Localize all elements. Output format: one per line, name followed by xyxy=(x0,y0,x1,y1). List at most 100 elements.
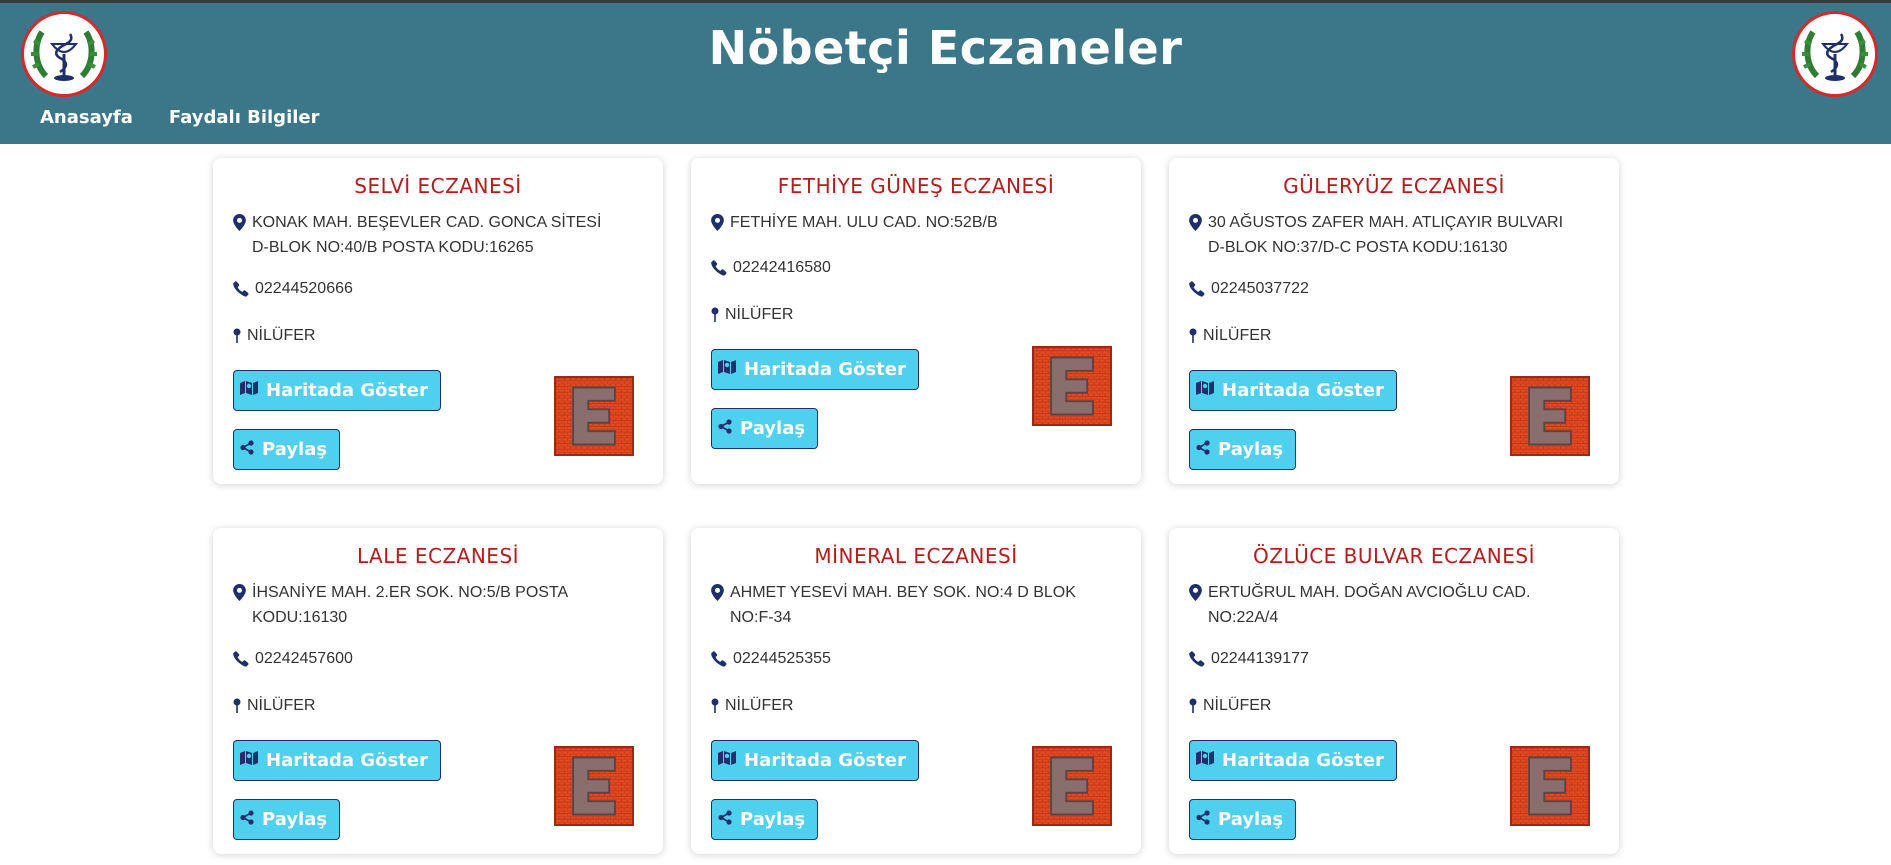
district-text: NİLÜFER xyxy=(1203,697,1272,714)
address-text: AHMET YESEVİ MAH. BEY SOK. NO:4 D BLOK N… xyxy=(730,584,1076,626)
location-pin-icon xyxy=(233,214,246,239)
pharmacy-address: FETHİYE MAH. ULU CAD. NO:52B/B xyxy=(711,210,1121,239)
button-label: Paylaş xyxy=(740,809,806,830)
pharmacy-phone: 02244520666 xyxy=(233,276,643,305)
phone-number[interactable]: 02242416580 xyxy=(733,255,831,280)
show-on-map-button[interactable]: Haritada Göster xyxy=(233,740,441,781)
button-label: Haritada Göster xyxy=(266,750,428,771)
share-icon xyxy=(718,809,732,830)
phone-icon xyxy=(711,650,727,675)
pharmacy-phone: 02244525355 xyxy=(711,646,1121,675)
pharmacy-card: LALE ECZANESİ İHSANİYE MAH. 2.ER SOK. NO… xyxy=(213,528,663,854)
pharmacy-district: NİLÜFER xyxy=(1189,693,1599,722)
nav-link-useful-info[interactable]: Faydalı Bilgiler xyxy=(169,107,320,128)
share-button[interactable]: Paylaş xyxy=(233,799,341,840)
share-button[interactable]: Paylaş xyxy=(711,799,819,840)
pharmacy-name: ÖZLÜCE BULVAR ECZANESİ xyxy=(1252,544,1535,568)
show-on-map-button[interactable]: Haritada Göster xyxy=(711,740,919,781)
button-label: Paylaş xyxy=(262,439,328,460)
district-text: NİLÜFER xyxy=(247,327,316,344)
pharmacy-card: GÜLERYÜZ ECZANESİ 30 AĞUSTOS ZAFER MAH. … xyxy=(1169,158,1619,484)
district-text: NİLÜFER xyxy=(1203,327,1272,344)
pharmacy-name: MİNERAL ECZANESİ xyxy=(814,544,1018,568)
show-on-map-button[interactable]: Haritada Göster xyxy=(711,349,919,390)
map-icon xyxy=(718,750,736,771)
district-text: NİLÜFER xyxy=(725,697,794,714)
phone-number[interactable]: 02245037722 xyxy=(1211,276,1309,301)
location-pin-icon xyxy=(1189,584,1202,609)
location-pin-icon xyxy=(711,584,724,609)
pharmacy-address: İHSANİYE MAH. 2.ER SOK. NO:5/B POSTA KOD… xyxy=(233,580,643,630)
pharmacy-grid: SELVİ ECZANESİ KONAK MAH. BEŞEVLER CAD. … xyxy=(213,158,1619,854)
address-text: FETHİYE MAH. ULU CAD. NO:52B/B xyxy=(730,214,998,231)
share-button[interactable]: Paylaş xyxy=(1189,429,1297,470)
location-pin-icon xyxy=(1189,214,1202,239)
pharmacy-address: ERTUĞRUL MAH. DOĞAN AVCIOĞLU CAD. NO:22A… xyxy=(1189,580,1599,630)
map-icon xyxy=(1196,380,1214,401)
button-label: Haritada Göster xyxy=(1222,380,1384,401)
phone-number[interactable]: 02244520666 xyxy=(255,276,353,301)
pharmacy-name: FETHİYE GÜNEŞ ECZANESİ xyxy=(777,174,1055,198)
button-label: Paylaş xyxy=(1218,439,1284,460)
pharmacy-phone: 02245037722 xyxy=(1189,276,1599,305)
pharmacy-card: SELVİ ECZANESİ KONAK MAH. BEŞEVLER CAD. … xyxy=(213,158,663,484)
phone-icon xyxy=(711,259,727,284)
button-label: Haritada Göster xyxy=(266,380,428,401)
location-pin-icon xyxy=(711,214,724,239)
pharmacy-district: NİLÜFER xyxy=(711,302,1121,331)
map-icon xyxy=(240,750,258,771)
address-text: ERTUĞRUL MAH. DOĞAN AVCIOĞLU CAD. NO:22A… xyxy=(1208,584,1531,626)
map-icon xyxy=(1196,750,1214,771)
address-text: İHSANİYE MAH. 2.ER SOK. NO:5/B POSTA KOD… xyxy=(252,584,568,626)
show-on-map-button[interactable]: Haritada Göster xyxy=(233,370,441,411)
pharmacy-logo-icon xyxy=(1792,11,1878,97)
show-on-map-button[interactable]: Haritada Göster xyxy=(1189,740,1397,781)
district-pin-icon xyxy=(233,327,241,352)
button-label: Haritada Göster xyxy=(1222,750,1384,771)
district-pin-icon xyxy=(1189,697,1197,722)
nav-link-home[interactable]: Anasayfa xyxy=(40,107,133,128)
map-icon xyxy=(718,359,736,380)
pharmacy-name: LALE ECZANESİ xyxy=(356,544,520,568)
pharmacy-district: NİLÜFER xyxy=(711,693,1121,722)
address-text: KONAK MAH. BEŞEVLER CAD. GONCA SİTESİ D-… xyxy=(252,214,602,256)
pharmacy-e-sign-icon xyxy=(554,376,634,456)
button-label: Paylaş xyxy=(740,418,806,439)
button-label: Haritada Göster xyxy=(744,750,906,771)
pharmacy-card: MİNERAL ECZANESİ AHMET YESEVİ MAH. BEY S… xyxy=(691,528,1141,854)
show-on-map-button[interactable]: Haritada Göster xyxy=(1189,370,1397,411)
pharmacy-phone: 02242416580 xyxy=(711,255,1121,284)
share-icon xyxy=(718,418,732,439)
pharmacy-card: FETHİYE GÜNEŞ ECZANESİ FETHİYE MAH. ULU … xyxy=(691,158,1141,484)
pharmacy-address: AHMET YESEVİ MAH. BEY SOK. NO:4 D BLOK N… xyxy=(711,580,1121,630)
pharmacy-phone: 02242457600 xyxy=(233,646,643,675)
share-button[interactable]: Paylaş xyxy=(711,408,819,449)
button-label: Paylaş xyxy=(1218,809,1284,830)
district-pin-icon xyxy=(711,697,719,722)
share-icon xyxy=(240,809,254,830)
district-pin-icon xyxy=(711,306,719,331)
share-button[interactable]: Paylaş xyxy=(1189,799,1297,840)
pharmacy-phone: 02244139177 xyxy=(1189,646,1599,675)
pharmacy-address: 30 AĞUSTOS ZAFER MAH. ATLIÇAYIR BULVARI … xyxy=(1189,210,1599,260)
share-icon xyxy=(1196,439,1210,460)
pharmacy-address: KONAK MAH. BEŞEVLER CAD. GONCA SİTESİ D-… xyxy=(233,210,643,260)
pharmacy-e-sign-icon xyxy=(1510,376,1590,456)
pharmacy-district: NİLÜFER xyxy=(233,323,643,352)
pharmacy-e-sign-icon xyxy=(1032,346,1112,426)
pharmacy-district: NİLÜFER xyxy=(1189,323,1599,352)
site-header: Nöbetçi Eczaneler Anasayfa Faydalı Bilgi… xyxy=(0,3,1891,144)
phone-number[interactable]: 02242457600 xyxy=(255,646,353,671)
phone-icon xyxy=(233,280,249,305)
phone-number[interactable]: 02244139177 xyxy=(1211,646,1309,671)
share-button[interactable]: Paylaş xyxy=(233,429,341,470)
phone-number[interactable]: 02244525355 xyxy=(733,646,831,671)
district-pin-icon xyxy=(233,697,241,722)
pharmacy-name: GÜLERYÜZ ECZANESİ xyxy=(1283,174,1505,198)
district-pin-icon xyxy=(1189,327,1197,352)
page-title: Nöbetçi Eczaneler xyxy=(708,21,1183,75)
phone-icon xyxy=(1189,650,1205,675)
share-icon xyxy=(240,439,254,460)
phone-icon xyxy=(1189,280,1205,305)
phone-icon xyxy=(233,650,249,675)
